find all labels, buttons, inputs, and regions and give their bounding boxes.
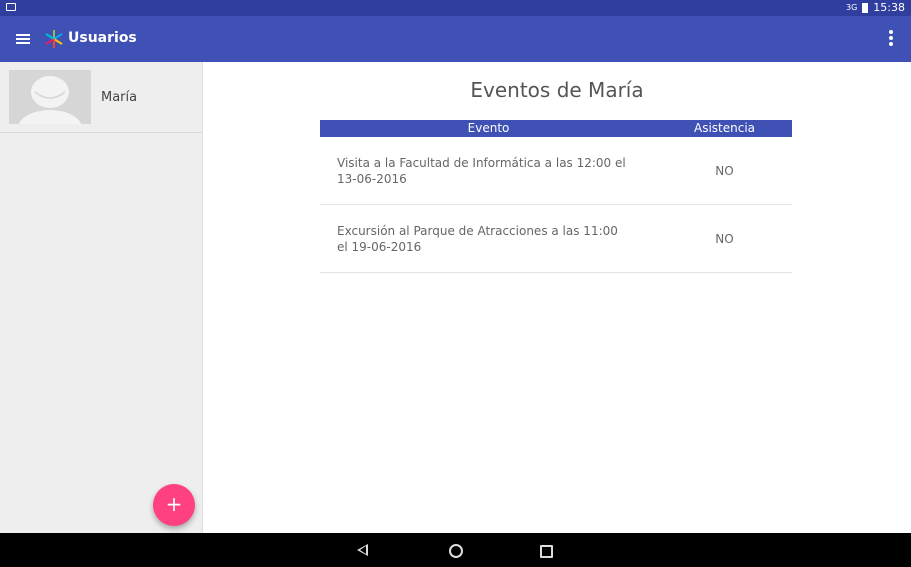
user-name: María xyxy=(101,90,138,105)
status-right: 3G 15:38 xyxy=(846,1,905,14)
table-row[interactable]: Excursión al Parque de Atracciones a las… xyxy=(320,205,792,273)
navigation-bar xyxy=(0,533,911,567)
add-icon: + xyxy=(165,492,183,516)
user-list-item[interactable]: María xyxy=(0,62,202,133)
column-header-evento: Evento xyxy=(467,121,510,135)
home-icon[interactable] xyxy=(449,544,463,558)
column-header-asistencia: Asistencia xyxy=(693,121,756,135)
app-logo-icon xyxy=(45,30,63,48)
battery-icon xyxy=(862,2,869,13)
table-row[interactable]: Visita a la Facultad de Informática a la… xyxy=(320,137,792,205)
event-description: Excursión al Parque de Atracciones a las… xyxy=(337,223,618,254)
app-title: Usuarios xyxy=(68,30,137,46)
overflow-menu-icon[interactable] xyxy=(889,30,893,48)
avatar xyxy=(9,70,91,124)
event-description: Visita a la Facultad de Informática a la… xyxy=(337,155,626,186)
notification-icon xyxy=(6,3,16,11)
events-table: Evento Asistencia Visita a la Facultad d… xyxy=(320,120,792,273)
attendance-value: NO xyxy=(715,163,734,178)
events-panel: Eventos de María Evento Asistencia Visit… xyxy=(203,62,911,533)
menu-icon[interactable] xyxy=(16,34,30,44)
recents-icon[interactable] xyxy=(540,545,553,558)
status-bar: 3G 15:38 xyxy=(0,0,911,16)
page-title: Eventos de María xyxy=(470,78,644,102)
back-icon[interactable] xyxy=(357,544,368,556)
user-list-panel: María + xyxy=(0,62,203,533)
add-user-button[interactable]: + xyxy=(153,484,195,526)
table-header: Evento Asistencia xyxy=(320,120,792,137)
attendance-value: NO xyxy=(715,231,734,246)
network-type: 3G xyxy=(846,3,858,12)
app-bar: Usuarios xyxy=(0,16,911,62)
clock: 15:38 xyxy=(873,1,905,14)
